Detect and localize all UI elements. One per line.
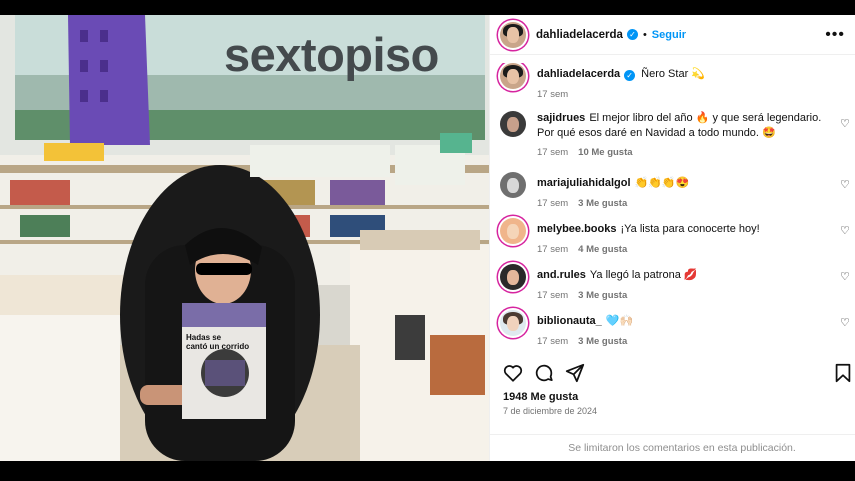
comment-username[interactable]: and.rules	[537, 269, 586, 281]
caption-username[interactable]: dahliadelacerda	[537, 68, 620, 80]
heart-icon[interactable]: ♡	[840, 224, 850, 234]
comment-item: biblionauta_ 🩵🙌🏻 17 sem 3 Me gusta ♡	[500, 310, 850, 349]
commenter-avatar[interactable]	[500, 264, 526, 290]
send-icon[interactable]	[564, 362, 586, 384]
commenter-avatar[interactable]	[500, 310, 526, 336]
comment-username[interactable]: sajidrues	[537, 112, 585, 124]
comment-likes[interactable]: 10 Me gusta	[578, 147, 632, 158]
comment-item: and.rules Ya llegó la patrona 💋 17 sem 3 M…	[500, 264, 850, 303]
heart-icon[interactable]: ♡	[840, 117, 850, 127]
post-date: 7 de diciembre de 2024	[503, 406, 598, 416]
heart-icon[interactable]: ♡	[840, 270, 850, 280]
comment-time[interactable]: 17 sem	[537, 198, 568, 209]
heart-icon[interactable]	[502, 362, 524, 384]
comment-item: sajidrues El mejor libro del año 🔥 y que …	[500, 111, 850, 161]
comment-item: melybee.books ¡Ya lista para conocerte ho…	[500, 218, 850, 257]
likes-count[interactable]: 1948 Me gusta	[503, 391, 578, 403]
comment-time[interactable]: 17 sem	[537, 147, 568, 158]
store-sign: sextopiso	[224, 28, 439, 81]
commenter-avatar[interactable]	[500, 218, 526, 244]
post-modal: sextopiso Hadas se cantó un corrido dahl…	[0, 15, 855, 461]
commenter-avatar[interactable]	[500, 111, 526, 137]
verified-badge-icon: ✓	[624, 70, 636, 81]
comment-username[interactable]: biblionauta_	[537, 315, 602, 327]
comment-text: 👏👏👏😍	[634, 177, 690, 189]
caption-time[interactable]: 17 sem	[537, 89, 568, 100]
comment-time[interactable]: 17 sem	[537, 244, 568, 255]
book-title: Hadas se cantó un corrido	[186, 333, 250, 351]
comment-time[interactable]: 17 sem	[537, 290, 568, 301]
follow-button[interactable]: Seguir	[652, 29, 686, 41]
comments-list[interactable]: dahliadelacerda ✓ Ñero Star 💫 17 sem sajid…	[490, 63, 855, 363]
comment-item: mariajuliahidalgol 👏👏👏😍 17 sem 3 Me gusta …	[500, 172, 850, 211]
heart-icon[interactable]: ♡	[840, 178, 850, 188]
comment-likes[interactable]: 3 Me gusta	[578, 198, 627, 209]
action-bar	[502, 360, 855, 386]
comment-time[interactable]: 17 sem	[537, 336, 568, 347]
commenter-avatar[interactable]	[500, 172, 526, 198]
caption: dahliadelacerda ✓ Ñero Star 💫 17 sem	[500, 63, 846, 102]
comment-likes[interactable]: 3 Me gusta	[578, 336, 627, 347]
comment-likes[interactable]: 3 Me gusta	[578, 290, 627, 301]
comment-likes[interactable]: 4 Me gusta	[578, 244, 627, 255]
verified-badge-icon: ✓	[626, 29, 638, 40]
post-photo[interactable]: sextopiso Hadas se cantó un corrido	[0, 15, 489, 461]
comment-username[interactable]: melybee.books	[537, 223, 616, 235]
separator-dot: •	[642, 28, 647, 41]
comment-text: ¡Ya lista para conocerte hoy!	[620, 223, 760, 235]
comment-username[interactable]: mariajuliahidalgol	[537, 177, 631, 189]
post-side-panel: dahliadelacerda ✓ • Seguir ••• dahliadel…	[489, 15, 855, 461]
author-username[interactable]: dahliadelacerda	[536, 29, 623, 41]
comment-text: 🩵🙌🏻	[605, 315, 634, 327]
author-avatar[interactable]	[500, 21, 526, 48]
author-avatar[interactable]	[500, 63, 526, 89]
post-header: dahliadelacerda ✓ • Seguir •••	[490, 15, 855, 55]
comment-text: Ya llegó la patrona 💋	[589, 269, 698, 281]
more-options-icon[interactable]: •••	[825, 26, 845, 44]
bookmark-icon[interactable]	[832, 362, 854, 384]
heart-icon[interactable]: ♡	[840, 316, 850, 326]
comment-icon[interactable]	[533, 362, 555, 384]
caption-text: Ñero Star 💫	[641, 68, 705, 80]
comments-disabled-notice: Se limitaron los comentarios en esta pub…	[490, 434, 855, 461]
